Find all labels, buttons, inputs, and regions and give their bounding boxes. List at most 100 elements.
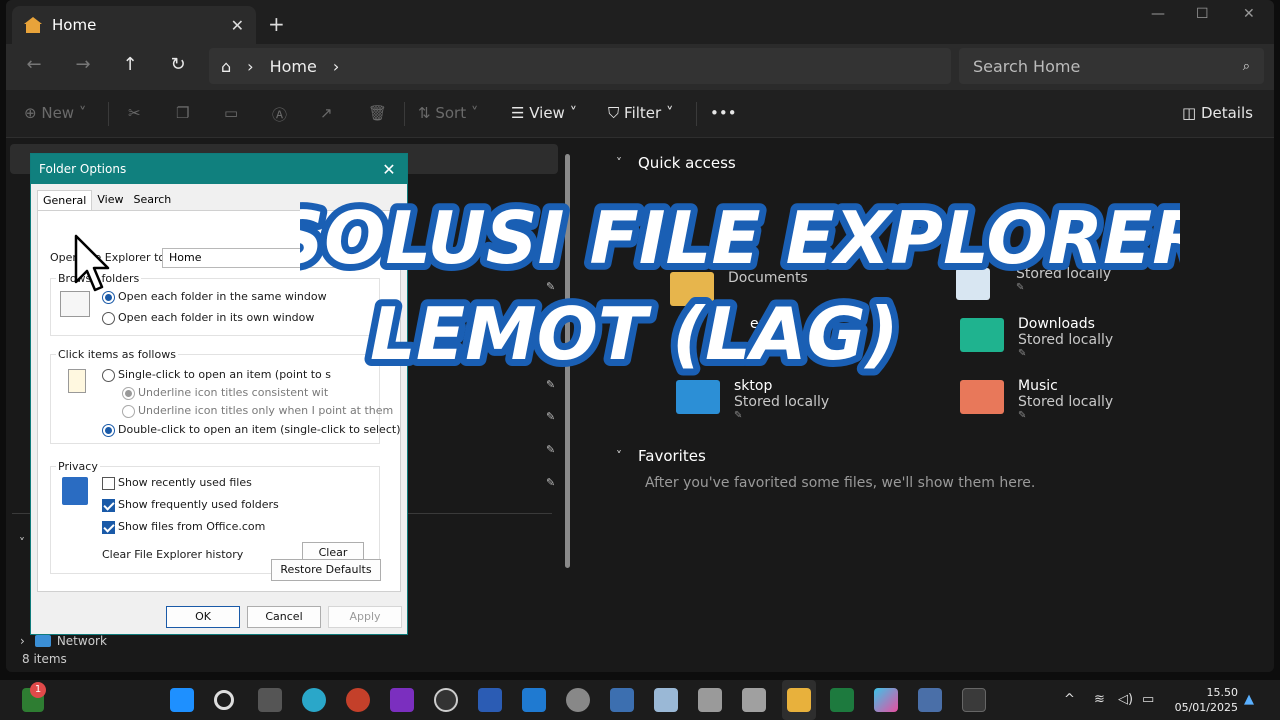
search-input[interactable]: Search Home ⌕ — [959, 48, 1264, 84]
network-drive-icon[interactable] — [698, 688, 722, 712]
vpn-icon[interactable] — [918, 688, 942, 712]
details-button[interactable]: ◫ Details — [1182, 104, 1253, 122]
copy-icon[interactable]: ❐ — [176, 104, 189, 122]
clock[interactable]: 15.50 05/01/2025 — [1168, 685, 1238, 715]
apply-button[interactable]: Apply — [328, 606, 402, 628]
file-explorer-icon[interactable] — [787, 688, 811, 712]
divider — [108, 102, 109, 126]
radio-own-window[interactable] — [102, 312, 115, 325]
chevron-down-icon[interactable]: ˅ — [19, 536, 25, 550]
maximize-button[interactable]: ☐ — [1196, 6, 1209, 22]
tab-title: Home — [52, 16, 97, 34]
edge-browser-icon[interactable] — [302, 688, 326, 712]
obs-icon[interactable] — [434, 688, 458, 712]
ok-button[interactable]: OK — [166, 606, 240, 628]
checkbox-office-files[interactable] — [102, 521, 115, 534]
item-count: 8 items — [22, 652, 67, 666]
pin-icon: ✎ — [734, 410, 743, 421]
address-bar[interactable]: ⌂ › Home › — [209, 48, 951, 84]
click-items-label: Click items as follows — [56, 348, 178, 361]
settings-gear-icon[interactable] — [566, 688, 590, 712]
photos-icon[interactable] — [654, 688, 678, 712]
minimize-button[interactable]: — — [1151, 6, 1165, 22]
radio-single-click[interactable] — [102, 369, 115, 382]
radio-double-click[interactable] — [102, 424, 115, 437]
favorites-header[interactable]: ˅ Favorites — [616, 447, 706, 465]
sort-label: Sort — [435, 104, 467, 122]
office-files-label: Show files from Office.com — [118, 520, 266, 533]
delete-icon[interactable]: 🗑 — [368, 104, 387, 122]
excel-icon[interactable] — [830, 688, 854, 712]
new-tab-button[interactable]: + — [268, 12, 285, 36]
more-options-button[interactable]: ••• — [710, 104, 737, 122]
tab-search[interactable]: Search — [128, 190, 176, 210]
dialog-close-icon[interactable]: ✕ — [371, 160, 407, 179]
radio-underline-point[interactable] — [122, 405, 135, 418]
details-label: Details — [1200, 104, 1253, 122]
forward-button[interactable]: → — [69, 54, 97, 75]
back-button[interactable]: ← — [20, 54, 48, 75]
powerpoint-icon[interactable] — [346, 688, 370, 712]
overlay-line-1: SOLUSI FILE EXPLORER — [300, 196, 1180, 280]
home-icon[interactable]: ⌂ — [221, 57, 231, 76]
refresh-button[interactable]: ↻ — [164, 54, 192, 75]
tab-bar: Home ✕ + — ☐ ✕ — [6, 0, 1274, 44]
mouse-pointer-icon — [74, 234, 110, 292]
tab-view[interactable]: View — [92, 190, 128, 210]
filter-button[interactable]: ⛉ Filter ˅ — [608, 104, 673, 122]
dialog-tabs: General View Search — [37, 190, 176, 210]
wifi-icon[interactable]: ≋ — [1094, 692, 1105, 707]
breadcrumb-home[interactable]: Home — [270, 57, 317, 76]
chevron-down-icon[interactable]: ˅ — [616, 156, 622, 170]
cancel-button[interactable]: Cancel — [247, 606, 321, 628]
tab-general[interactable]: General — [37, 190, 93, 210]
search-placeholder: Search Home — [973, 56, 1081, 76]
onenote-icon[interactable] — [390, 688, 414, 712]
chevron-down-icon[interactable]: ˅ — [616, 449, 622, 463]
checkbox-recent-files[interactable] — [102, 477, 115, 490]
tab-close-icon[interactable]: ✕ — [231, 16, 244, 35]
close-window-button[interactable]: ✕ — [1243, 6, 1255, 22]
notification-bell-icon[interactable]: ▲ — [1244, 692, 1254, 707]
view-button[interactable]: ☰ View ˅ — [511, 104, 577, 122]
title-overlay: SOLUSI FILE EXPLORER LEMOT (LAG) — [300, 189, 1180, 383]
chevron-right-icon[interactable]: › — [247, 57, 253, 76]
share-icon[interactable]: ↗ — [320, 104, 333, 122]
word-icon[interactable] — [478, 688, 502, 712]
add-display-icon[interactable] — [962, 688, 986, 712]
copilot-icon[interactable] — [874, 688, 898, 712]
favorites-empty-text: After you've favorited some files, we'll… — [645, 475, 1036, 491]
task-view-icon[interactable] — [258, 688, 282, 712]
volume-icon[interactable]: ◁) — [1118, 692, 1133, 707]
printer-icon[interactable] — [742, 688, 766, 712]
quick-access-title: Quick access — [638, 154, 736, 172]
radio-underline-consistent[interactable] — [122, 387, 135, 400]
nav-item-network[interactable]: › Network — [20, 634, 107, 648]
quick-access-header[interactable]: ˅ Quick access — [616, 154, 736, 172]
filter-label: Filter — [624, 104, 662, 122]
pin-icon: ✎ — [546, 443, 556, 456]
remote-desktop-icon[interactable] — [610, 688, 634, 712]
paint-icon[interactable] — [522, 688, 546, 712]
paste-icon[interactable]: ▭ — [224, 104, 238, 122]
up-button[interactable]: ↑ — [116, 54, 144, 75]
clock-date: 05/01/2025 — [1174, 701, 1238, 714]
view-label: View — [529, 104, 565, 122]
battery-icon[interactable]: ▭ — [1142, 692, 1154, 707]
sort-button[interactable]: ⇅ Sort ˅ — [418, 104, 478, 122]
chevron-up-icon[interactable]: ^ — [1064, 692, 1075, 707]
restore-defaults-button[interactable]: Restore Defaults — [271, 559, 381, 581]
search-icon[interactable] — [214, 690, 234, 710]
start-windows-icon[interactable] — [170, 688, 194, 712]
divider — [696, 102, 697, 126]
divider — [404, 102, 405, 126]
tab-home[interactable]: Home ✕ — [12, 6, 256, 44]
folder-window-icon — [60, 291, 90, 317]
checkbox-frequent-folders[interactable] — [102, 499, 115, 512]
underline-point-label: Underline icon titles only when I point … — [138, 404, 394, 417]
pin-icon: ✎ — [1018, 410, 1027, 421]
rename-icon[interactable]: Ⓐ — [272, 104, 287, 125]
cut-icon[interactable]: ✂ — [128, 104, 141, 122]
chevron-right-icon[interactable]: › — [333, 57, 339, 76]
new-button[interactable]: ⊕ New ˅ — [24, 104, 86, 122]
